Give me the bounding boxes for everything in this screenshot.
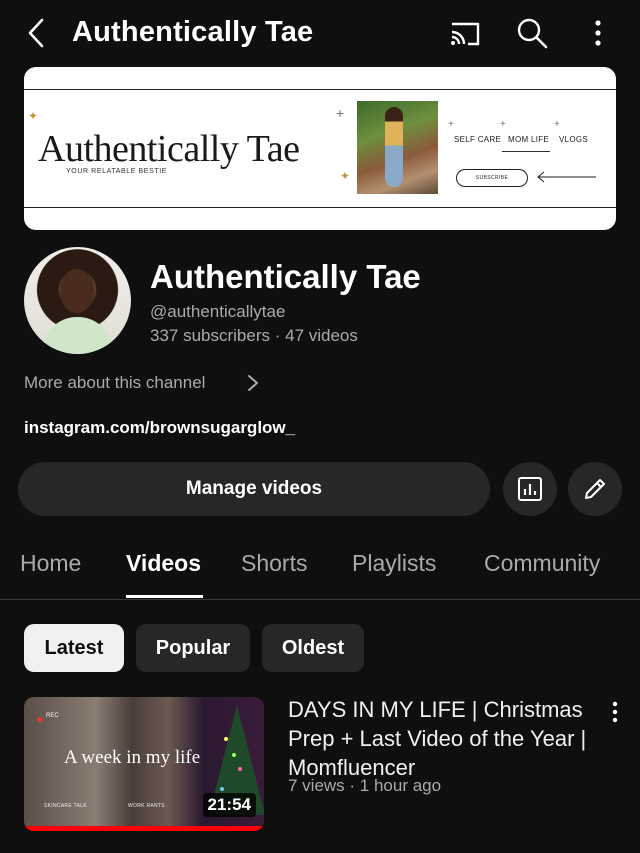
- search-icon[interactable]: [515, 16, 549, 50]
- banner-rule-top: [24, 89, 616, 90]
- channel-stats: 337 subscribers · 47 videos: [150, 326, 358, 345]
- avatar[interactable]: [24, 247, 131, 354]
- plus-icon: +: [448, 119, 454, 130]
- sparkle-icon: ✦: [340, 169, 351, 183]
- channel-name: Authentically Tae: [150, 258, 421, 295]
- filter-chip-popular[interactable]: Popular: [136, 624, 250, 672]
- page-title: Authentically Tae: [72, 16, 314, 48]
- filter-chip-latest[interactable]: Latest: [24, 624, 124, 672]
- plus-icon: +: [336, 105, 345, 121]
- thumb-label-left: SKINCARE TALK: [44, 803, 87, 809]
- banner-rule-bottom: [24, 207, 616, 208]
- channel-banner: ✦ ✦ + Authentically Tae YOUR RELATABLE B…: [24, 67, 616, 230]
- more-vert-icon[interactable]: [581, 16, 615, 50]
- thumb-label-mid: WORK RANTS: [128, 803, 165, 809]
- channel-tabs: Home Videos Shorts Playlists Community: [0, 540, 640, 600]
- thumb-light: [220, 787, 224, 791]
- chevron-right-icon[interactable]: [244, 373, 262, 393]
- more-about-channel-link[interactable]: More about this channel: [24, 373, 205, 393]
- channel-handle: @authenticallytae: [150, 302, 286, 321]
- manage-videos-button[interactable]: Manage videos: [18, 462, 490, 516]
- thumb-rec-label: REC: [46, 713, 59, 719]
- banner-photo-figure: [385, 107, 403, 187]
- tab-playlists[interactable]: Playlists: [352, 550, 436, 577]
- plus-icon: +: [500, 119, 506, 130]
- video-title[interactable]: DAYS IN MY LIFE | Christmas Prep + Last …: [288, 695, 598, 782]
- thumb-light: [238, 767, 242, 771]
- thumb-light: [224, 737, 228, 741]
- banner-subscribe-graphic: SUBSCRIBE: [456, 169, 528, 187]
- banner-nav-mom-life: MOM LIFE: [508, 135, 550, 144]
- banner-nav-vlogs: VLOGS: [559, 135, 589, 144]
- sparkle-icon: ✦: [28, 109, 39, 123]
- banner-nav-self-care: SELF CARE: [454, 135, 502, 144]
- cast-icon[interactable]: [448, 16, 482, 50]
- pencil-icon: [585, 479, 605, 499]
- rec-dot-icon: [37, 717, 42, 722]
- watch-progress-bar: [24, 826, 264, 831]
- video-thumbnail[interactable]: REC A week in my life SKINCARE TALK WORK…: [24, 697, 264, 831]
- analytics-icon: [518, 477, 542, 501]
- tab-videos[interactable]: Videos: [126, 550, 201, 577]
- banner-photo: [357, 101, 438, 194]
- active-tab-indicator: [126, 595, 203, 598]
- tab-community[interactable]: Community: [484, 550, 600, 577]
- back-arrow-icon[interactable]: [20, 16, 54, 50]
- video-more-icon[interactable]: [606, 700, 624, 724]
- filter-chip-oldest[interactable]: Oldest: [262, 624, 364, 672]
- edit-channel-button[interactable]: [568, 462, 622, 516]
- top-app-bar: Authentically Tae: [0, 0, 640, 66]
- video-duration: 21:54: [202, 793, 256, 817]
- channel-external-link[interactable]: instagram.com/brownsugarglow_: [24, 418, 295, 438]
- arrow-left-icon: [537, 171, 596, 183]
- analytics-button[interactable]: [503, 462, 557, 516]
- banner-divider: [502, 151, 550, 152]
- tab-home[interactable]: Home: [20, 550, 81, 577]
- avatar-shirt: [42, 317, 113, 354]
- plus-icon: +: [554, 119, 560, 130]
- video-meta: 7 views · 1 hour ago: [288, 776, 442, 795]
- thumb-overlay-text: A week in my life: [64, 747, 201, 768]
- banner-tagline: YOUR RELATABLE BESTIE: [66, 168, 168, 175]
- banner-script-title: Authentically Tae: [38, 128, 300, 170]
- tab-shorts[interactable]: Shorts: [241, 550, 307, 577]
- avatar-face: [60, 269, 94, 313]
- thumb-light: [232, 753, 236, 757]
